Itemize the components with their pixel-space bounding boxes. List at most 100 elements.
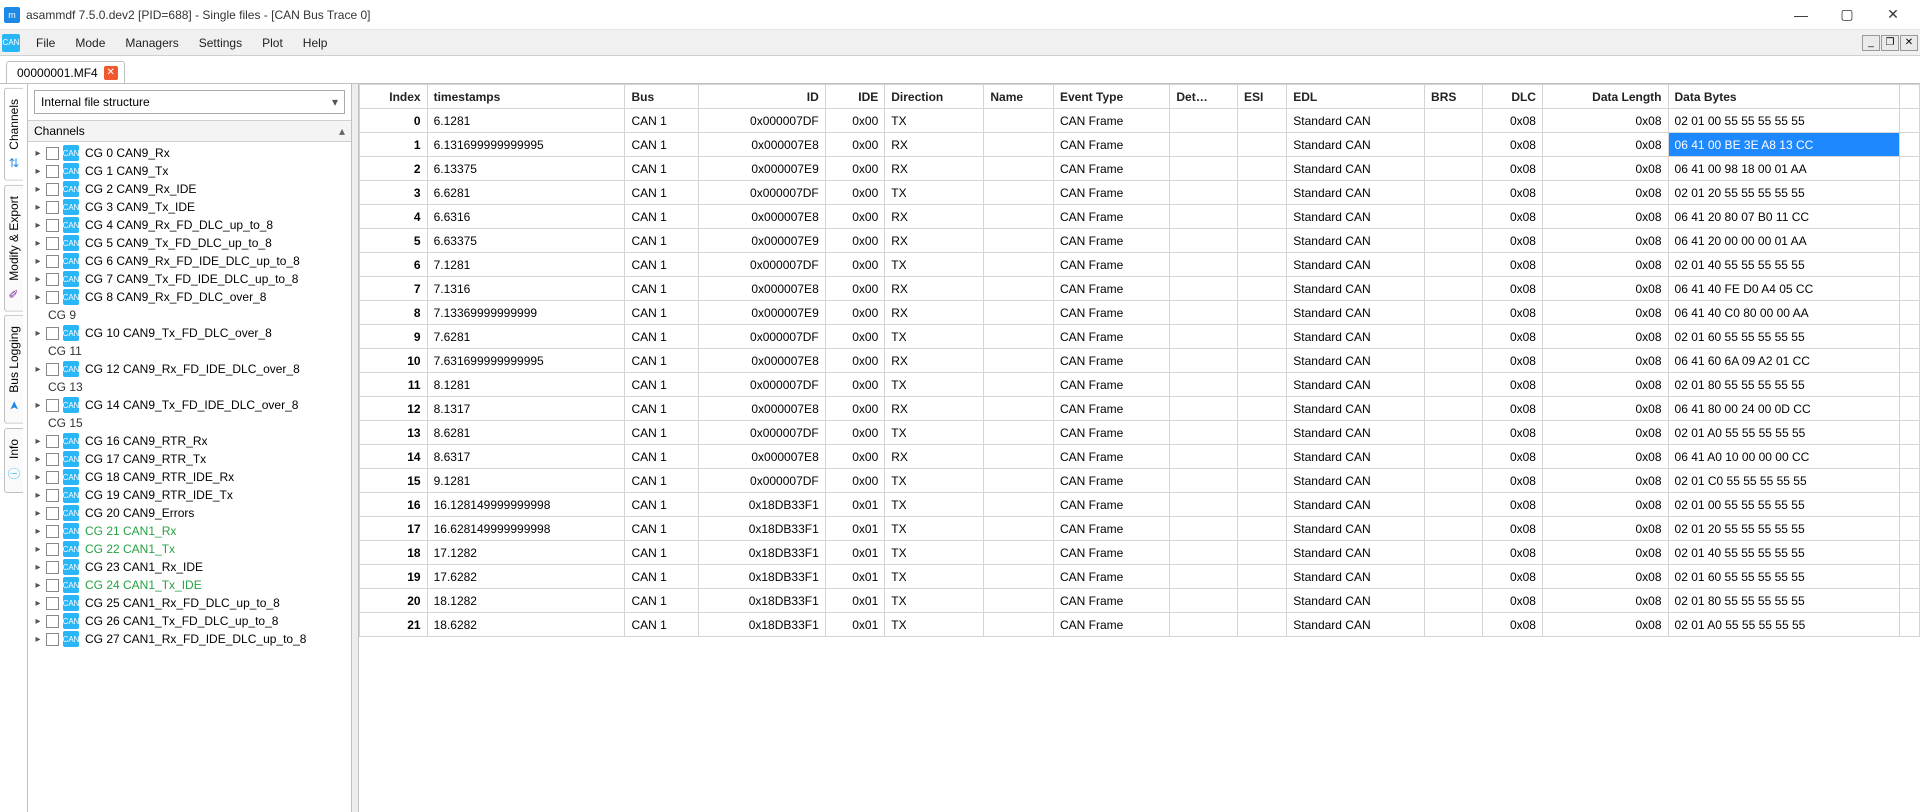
cell-edl[interactable]: Standard CAN [1287, 229, 1425, 253]
cell-ide[interactable]: 0x01 [825, 541, 885, 565]
cell-esi[interactable] [1237, 397, 1286, 421]
cell-brs[interactable] [1425, 373, 1483, 397]
cell-esi[interactable] [1237, 229, 1286, 253]
cell-bus[interactable]: CAN 1 [625, 133, 699, 157]
cell-det[interactable] [1170, 109, 1238, 133]
caret-icon[interactable]: ▸ [32, 400, 44, 411]
cell-name[interactable] [984, 373, 1054, 397]
cell-dir[interactable]: RX [885, 277, 984, 301]
cell-evt[interactable]: CAN Frame [1054, 133, 1170, 157]
col-edl[interactable]: EDL [1287, 85, 1425, 109]
cell-evt[interactable]: CAN Frame [1054, 589, 1170, 613]
cell-idx[interactable]: 20 [360, 589, 428, 613]
cell-ts[interactable]: 7.13369999999999 [427, 301, 625, 325]
cell-id[interactable]: 0x000007E8 [699, 445, 826, 469]
cell-evt[interactable]: CAN Frame [1054, 445, 1170, 469]
cell-ts[interactable]: 17.6282 [427, 565, 625, 589]
checkbox[interactable] [46, 273, 59, 286]
cell-data[interactable]: 06 41 80 00 24 00 0D CC [1668, 397, 1899, 421]
cell-id[interactable]: 0x18DB33F1 [699, 565, 826, 589]
cell-brs[interactable] [1425, 589, 1483, 613]
cell-name[interactable] [984, 469, 1054, 493]
col-brs[interactable]: BRS [1425, 85, 1483, 109]
cell-dir[interactable]: TX [885, 253, 984, 277]
cell-edl[interactable]: Standard CAN [1287, 325, 1425, 349]
cell-ide[interactable]: 0x01 [825, 613, 885, 637]
cell-evt[interactable]: CAN Frame [1054, 109, 1170, 133]
cell-dir[interactable]: RX [885, 205, 984, 229]
cell-brs[interactable] [1425, 205, 1483, 229]
table-row[interactable]: 67.1281CAN 10x000007DF0x00TXCAN FrameSta… [360, 253, 1920, 277]
cell-idx[interactable]: 1 [360, 133, 428, 157]
cell-dir[interactable]: TX [885, 181, 984, 205]
cell-name[interactable] [984, 229, 1054, 253]
caret-icon[interactable]: ▸ [32, 256, 44, 267]
col-esi[interactable]: ESI [1237, 85, 1286, 109]
cell-bus[interactable]: CAN 1 [625, 493, 699, 517]
side-tab-bus-logging[interactable]: ➤Bus Logging [4, 315, 23, 424]
cell-evt[interactable]: CAN Frame [1054, 253, 1170, 277]
tree-item[interactable]: CG 13 [28, 378, 349, 396]
cell-idx[interactable]: 12 [360, 397, 428, 421]
cell-data[interactable]: 02 01 40 55 55 55 55 55 [1668, 541, 1899, 565]
table-row[interactable]: 46.6316CAN 10x000007E80x00RXCAN FrameSta… [360, 205, 1920, 229]
tree-item[interactable]: ▸CANCG 1 CAN9_Tx [28, 162, 349, 180]
cell-name[interactable] [984, 397, 1054, 421]
cell-idx[interactable]: 15 [360, 469, 428, 493]
cell-ts[interactable]: 16.628149999999998 [427, 517, 625, 541]
cell-bus[interactable]: CAN 1 [625, 373, 699, 397]
cell-det[interactable] [1170, 181, 1238, 205]
table-row[interactable]: 77.1316CAN 10x000007E80x00RXCAN FrameSta… [360, 277, 1920, 301]
caret-icon[interactable]: ▸ [32, 562, 44, 573]
cell-evt[interactable]: CAN Frame [1054, 421, 1170, 445]
cell-name[interactable] [984, 277, 1054, 301]
cell-ts[interactable]: 6.131699999999995 [427, 133, 625, 157]
checkbox[interactable] [46, 165, 59, 178]
checkbox[interactable] [46, 561, 59, 574]
cell-det[interactable] [1170, 397, 1238, 421]
cell-idx[interactable]: 6 [360, 253, 428, 277]
table-row[interactable]: 1817.1282CAN 10x18DB33F10x01TXCAN FrameS… [360, 541, 1920, 565]
cell-dir[interactable]: TX [885, 541, 984, 565]
tree-item[interactable]: ▸CANCG 27 CAN1_Rx_FD_IDE_DLC_up_to_8 [28, 630, 349, 648]
cell-bus[interactable]: CAN 1 [625, 109, 699, 133]
minimize-button[interactable]: — [1778, 0, 1824, 30]
cell-id[interactable]: 0x000007DF [699, 469, 826, 493]
col-ide[interactable]: IDE [825, 85, 885, 109]
cell-id[interactable]: 0x000007E9 [699, 301, 826, 325]
cell-dlen[interactable]: 0x08 [1542, 445, 1668, 469]
cell-dlen[interactable]: 0x08 [1542, 565, 1668, 589]
tree-item[interactable]: ▸CANCG 24 CAN1_Tx_IDE [28, 576, 349, 594]
cell-esi[interactable] [1237, 277, 1286, 301]
cell-ts[interactable]: 7.1316 [427, 277, 625, 301]
cell-id[interactable]: 0x18DB33F1 [699, 493, 826, 517]
caret-icon[interactable]: ▸ [32, 238, 44, 249]
cell-dlc[interactable]: 0x08 [1483, 445, 1543, 469]
checkbox[interactable] [46, 525, 59, 538]
cell-esi[interactable] [1237, 181, 1286, 205]
cell-evt[interactable]: CAN Frame [1054, 205, 1170, 229]
cell-evt[interactable]: CAN Frame [1054, 157, 1170, 181]
cell-idx[interactable]: 3 [360, 181, 428, 205]
cell-id[interactable]: 0x000007DF [699, 421, 826, 445]
cell-det[interactable] [1170, 493, 1238, 517]
cell-edl[interactable]: Standard CAN [1287, 469, 1425, 493]
cell-ide[interactable]: 0x00 [825, 181, 885, 205]
tree-item[interactable]: ▸CANCG 17 CAN9_RTR_Tx [28, 450, 349, 468]
table-row[interactable]: 2118.6282CAN 10x18DB33F10x01TXCAN FrameS… [360, 613, 1920, 637]
tree-item[interactable]: ▸CANCG 21 CAN1_Rx [28, 522, 349, 540]
cell-edl[interactable]: Standard CAN [1287, 109, 1425, 133]
cell-data[interactable]: 02 01 80 55 55 55 55 55 [1668, 373, 1899, 397]
cell-brs[interactable] [1425, 301, 1483, 325]
table-row[interactable]: 26.13375CAN 10x000007E90x00RXCAN FrameSt… [360, 157, 1920, 181]
checkbox[interactable] [46, 147, 59, 160]
cell-dir[interactable]: RX [885, 157, 984, 181]
cell-dlen[interactable]: 0x08 [1542, 613, 1668, 637]
table-row[interactable]: 138.6281CAN 10x000007DF0x00TXCAN FrameSt… [360, 421, 1920, 445]
cell-dlc[interactable]: 0x08 [1483, 109, 1543, 133]
cell-data[interactable]: 02 01 00 55 55 55 55 55 [1668, 493, 1899, 517]
cell-dir[interactable]: TX [885, 613, 984, 637]
tree-item[interactable]: ▸CANCG 8 CAN9_Rx_FD_DLC_over_8 [28, 288, 349, 306]
cell-dlc[interactable]: 0x08 [1483, 565, 1543, 589]
caret-icon[interactable]: ▸ [32, 454, 44, 465]
